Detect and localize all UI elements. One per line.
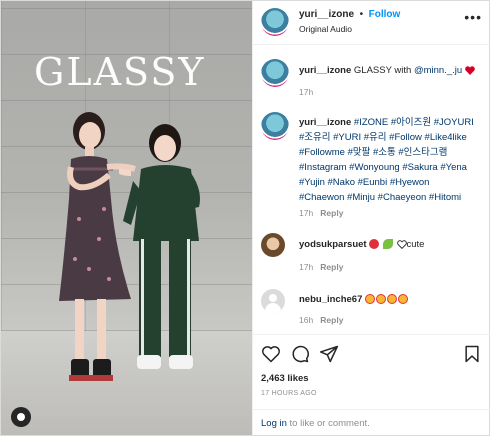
tagged-people-icon[interactable]	[11, 407, 31, 427]
audio-label[interactable]: Original Audio	[299, 24, 352, 34]
comment-time[interactable]: 16h	[299, 315, 313, 325]
comment-avatar[interactable]	[261, 233, 285, 257]
post-header: yuri__izone • Follow Original Audio •••	[253, 1, 490, 45]
heart-eyes-emoji-icon	[365, 294, 375, 305]
comment-avatar[interactable]	[261, 289, 285, 313]
comment-username[interactable]: yuri__izone	[299, 65, 351, 76]
hashtag-line[interactable]: #IZONE #아이즈원 #JOYURI	[354, 117, 474, 128]
dancer-right-figure	[119, 124, 200, 369]
author-username[interactable]: yuri__izone	[299, 9, 354, 20]
header-user-line: yuri__izone • Follow	[299, 9, 400, 20]
comment-avatar[interactable]	[261, 59, 289, 87]
hashtags-text: yuri__izone #IZONE #아이즈원 #JOYURI #조유리 #Y…	[299, 115, 479, 205]
heart-eyes-emoji-icon	[387, 294, 397, 305]
save-bookmark-icon[interactable]	[462, 344, 482, 364]
comment-username[interactable]: yuri__izone	[299, 117, 351, 128]
author-avatar[interactable]	[261, 8, 289, 36]
post-media[interactable]: GLASSY	[1, 1, 252, 435]
comment-bubble-icon[interactable]	[290, 344, 310, 364]
sprout-emoji-icon	[382, 239, 393, 250]
post-timestamp[interactable]: 17 HOURS AGO	[261, 390, 317, 397]
reply-button[interactable]: Reply	[320, 208, 343, 218]
follow-button[interactable]: Follow	[369, 9, 401, 20]
comment-meta: 17h Reply	[299, 262, 343, 272]
comment-time[interactable]: 17h	[299, 87, 313, 97]
media-title-overlay: GLASSY	[34, 50, 206, 94]
comment-username[interactable]: yodsukparsuet	[299, 239, 367, 250]
comment-time[interactable]: 17h	[299, 262, 313, 272]
reply-button[interactable]: Reply	[320, 315, 343, 325]
hashtag-line[interactable]: #Yujin #Nako #Eunbi #Hyewon	[299, 175, 479, 190]
more-options-icon[interactable]: •••	[464, 9, 482, 25]
comment-body: cute	[406, 239, 425, 250]
comment-text: nebu_inche67	[299, 292, 479, 307]
heart-eyes-emoji-icon	[376, 294, 386, 305]
login-link[interactable]: Log in	[261, 418, 287, 429]
login-prompt-text: to like or comment.	[286, 418, 370, 429]
comment-text: yodsukparsuet cute	[299, 237, 479, 252]
hashtag-line[interactable]: #조유리 #YURI #유리 #Follow #Like4like	[299, 130, 479, 145]
heart-eyes-emoji-icon	[398, 294, 408, 305]
caption-text: yuri__izone GLASSY with @minn._.ju	[299, 63, 479, 78]
share-send-icon[interactable]	[319, 344, 339, 364]
comment-time[interactable]: 17h	[299, 208, 313, 218]
heart-outline-emoji-icon	[396, 240, 407, 250]
likes-count[interactable]: 2,463 likes	[261, 373, 309, 384]
comment-meta: 17h Reply	[299, 208, 343, 218]
comment-meta: 16h Reply	[299, 315, 343, 325]
caption-body: GLASSY with	[353, 65, 412, 76]
comment-meta: 17h	[299, 87, 313, 97]
heart-emoji-icon	[464, 66, 475, 75]
login-prompt: Log in to like or comment.	[253, 409, 490, 435]
like-heart-icon[interactable]	[261, 344, 281, 364]
hashtag-line[interactable]: #Followme #맞팔 #소통 #인스타그램	[299, 145, 479, 160]
comment-username[interactable]: nebu_inche67	[299, 294, 362, 305]
strawberry-emoji-icon	[369, 239, 380, 250]
reply-button[interactable]: Reply	[320, 262, 343, 272]
action-bar	[253, 334, 490, 372]
mention-link[interactable]: @minn._.ju	[414, 65, 462, 76]
hashtag-line[interactable]: #Chaewon #Minju #Chaeyeon #Hitomi	[299, 190, 479, 205]
post-side-panel: yuri__izone • Follow Original Audio ••• …	[252, 1, 490, 435]
separator-dot: •	[356, 9, 366, 20]
hashtag-line[interactable]: #Instagram #Wonyoung #Sakura #Yena	[299, 160, 479, 175]
comment-avatar[interactable]	[261, 112, 289, 140]
